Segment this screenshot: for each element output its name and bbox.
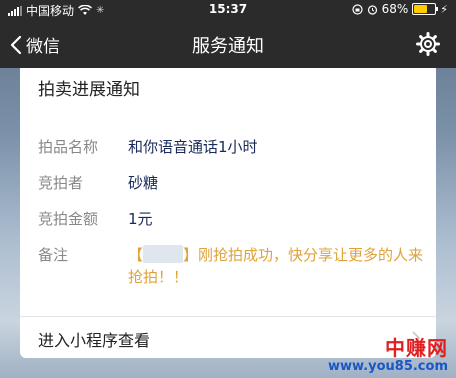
field-label: 竞拍者 xyxy=(38,174,84,192)
field-label: 竞拍金额 xyxy=(38,210,99,228)
notification-card: 拍卖进展通知 拍品名称 和你语音通话1小时 竞拍者 砂糖 竞拍金额 1元 备注 … xyxy=(20,68,436,358)
battery-level xyxy=(414,5,427,13)
alarm-icon xyxy=(367,4,377,15)
status-right: 68% ⚡ xyxy=(351,2,448,16)
status-bar: 中国移动 ✳ 15:37 68% ⚡ xyxy=(0,0,456,20)
gear-icon[interactable] xyxy=(416,32,440,56)
field-value: 1元 xyxy=(128,210,153,228)
charging-icon: ⚡ xyxy=(440,2,448,16)
watermark-title: 中赚网 xyxy=(385,336,448,360)
rotation-lock-icon xyxy=(351,3,363,15)
action-label: 进入小程序查看 xyxy=(38,331,151,350)
nav-bar: 微信 服务通知 xyxy=(0,20,456,68)
field-value: 和你语音通话1小时 xyxy=(128,138,258,156)
watermark-logo: 中赚网 www.you85.com xyxy=(328,332,448,374)
watermark-url: www.you85.com xyxy=(327,359,448,374)
field-label: 拍品名称 xyxy=(38,138,99,156)
battery-percent: 68% xyxy=(381,2,409,16)
card-title: 拍卖进展通知 xyxy=(38,80,140,100)
battery-icon xyxy=(412,3,439,15)
note-value: 【】刚抢拍成功，快分享让更多的人来抢拍！！ xyxy=(128,244,428,288)
field-value: 砂糖 xyxy=(128,174,159,192)
masked-username xyxy=(143,245,184,263)
page-title: 服务通知 xyxy=(192,36,264,57)
note-prefix: 【 xyxy=(128,246,144,264)
field-label: 备注 xyxy=(38,246,69,264)
